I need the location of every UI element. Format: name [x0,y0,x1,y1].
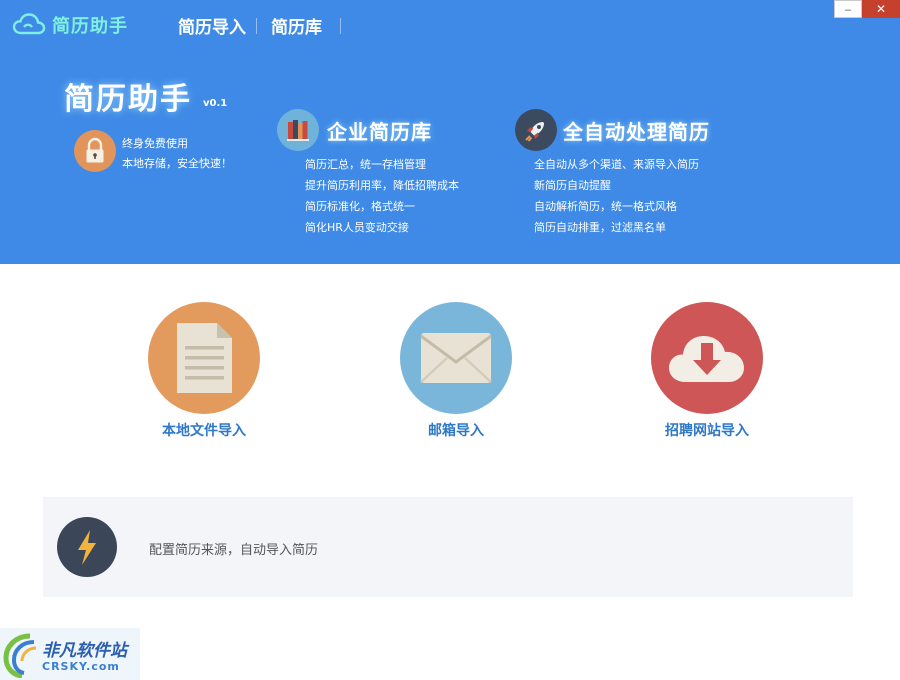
section1-line: 提升简历利用率，降低招聘成本 [305,179,459,192]
email-import-label[interactable]: 邮箱导入 [391,420,521,440]
nav-resume-library[interactable]: 简历库 [271,13,322,38]
job-site-import-label[interactable]: 招聘网站导入 [642,420,772,440]
minimize-button[interactable]: ‒ [834,0,862,18]
header-banner: 简历助手 简历导入 简历库 ‒ ✕ 简历助手 v0.1 终身免费使用 本地存储，… [0,0,900,264]
section2-line: 全自动从多个渠道、来源导入简历 [534,158,699,171]
feature-local-storage: 本地存储，安全快速！ [122,157,232,170]
watermark-url: CRSKY.com [42,660,120,673]
section2-line: 简历自动排重，过滤黑名单 [534,221,666,234]
lock-icon [74,130,116,172]
books-icon [277,109,319,151]
section1-line: 简化HR人员变动交接 [305,221,409,234]
app-window: 简历助手 简历导入 简历库 ‒ ✕ 简历助手 v0.1 终身免费使用 本地存储，… [0,0,900,680]
email-import-button[interactable]: 邮箱导入 [391,302,521,440]
section1-line: 简历汇总，统一存档管理 [305,158,426,171]
document-icon[interactable] [148,302,260,414]
close-button[interactable]: ✕ [862,0,900,18]
configure-source-text[interactable]: 配置简历来源，自动导入简历 [149,539,318,558]
envelope-icon[interactable] [400,302,512,414]
rocket-icon [515,109,557,151]
lightning-icon [57,517,117,577]
local-file-import-button[interactable]: 本地文件导入 [139,302,269,440]
app-name: 简历助手 [52,16,128,37]
nav-resume-import[interactable]: 简历导入 [178,13,246,38]
section2-line: 新简历自动提醒 [534,179,611,192]
watermark-logo: 非凡软件站 CRSKY.com [0,628,140,680]
section-title-auto-processing: 全自动处理简历 [563,120,710,144]
feature-free: 终身免费使用 [122,137,188,150]
section1-line: 简历标准化，格式统一 [305,200,415,213]
section-title-enterprise-library: 企业简历库 [327,120,432,144]
section2-line: 自动解析简历，统一格式风格 [534,200,677,213]
cloud-download-icon[interactable] [651,302,763,414]
title-bar: 简历助手 简历导入 简历库 ‒ ✕ [0,0,900,48]
watermark-arc-icon [3,633,37,678]
local-file-import-label[interactable]: 本地文件导入 [139,420,269,440]
cloud-logo-icon [12,13,46,35]
job-site-import-button[interactable]: 招聘网站导入 [642,302,772,440]
nav-divider [340,17,341,34]
version-label: v0.1 [203,98,228,109]
main-nav: 简历导入 简历库 [178,13,341,38]
configure-source-panel[interactable]: 配置简历来源，自动导入简历 [43,497,853,597]
watermark-text: 非凡软件站 [42,641,127,661]
hero-title: 简历助手 [64,82,192,117]
nav-divider [256,17,257,34]
